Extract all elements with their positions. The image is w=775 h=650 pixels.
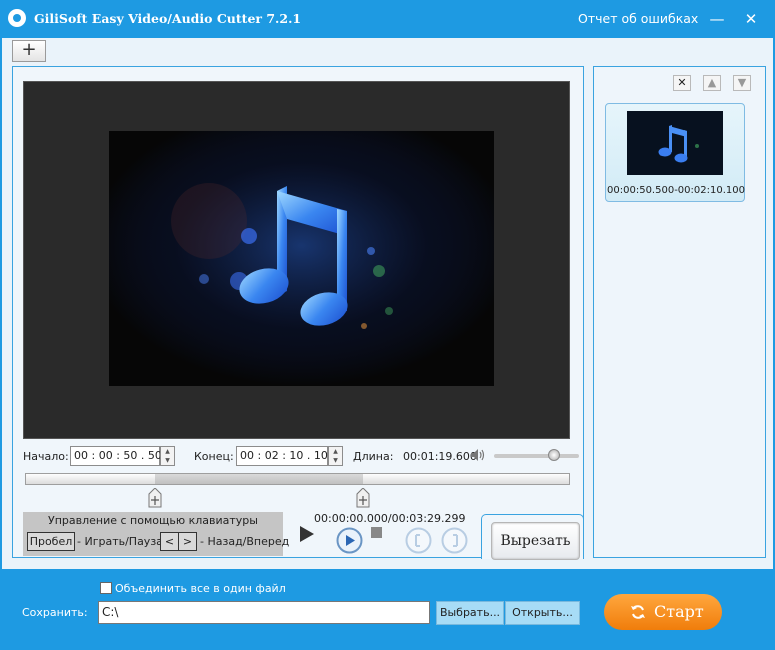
timeline-selection [155,474,363,484]
left-key: < [160,532,179,551]
length-value: 00:01:19.600 [403,450,477,463]
playback-position: 00:00:00.000/00:03:29.299 [314,512,466,525]
volume-slider-handle[interactable] [547,449,560,461]
clip-time-range: 00:00:50.500-00:02:10.100 [607,185,745,196]
volume-slider[interactable] [494,454,579,458]
merge-label: Объединить все в один файл [115,582,286,595]
minimize-button[interactable]: — [706,8,728,30]
end-time-stepper[interactable]: ▲ ▼ [328,446,343,466]
refresh-icon [631,605,645,619]
browse-button[interactable]: Выбрать... [436,601,504,625]
move-down-button[interactable]: ▼ [733,75,751,91]
cut-button[interactable]: Вырезать [491,522,580,560]
volume-icon[interactable] [470,448,486,462]
move-up-button[interactable]: ▲ [703,75,721,91]
remove-clip-button[interactable]: ✕ [673,75,691,91]
set-end-button[interactable] [441,527,468,554]
play-selection-button[interactable] [336,527,363,554]
title-bar: GiliSoft Easy Video/Audio Cutter 7.2.1 О… [0,0,775,38]
window-title: GiliSoft Easy Video/Audio Cutter 7.2.1 [34,11,302,26]
music-note-artwork [109,131,494,386]
open-folder-button[interactable]: Открыть... [505,601,580,625]
length-label: Длина: [353,450,394,463]
end-label: Конец: [194,450,234,463]
set-start-button[interactable] [405,527,432,554]
start-label: Начало: [23,450,69,463]
add-file-button[interactable]: + [12,40,46,62]
space-key: Пробел [27,532,75,551]
keyboard-hints-title: Управление с помощью клавиатуры [48,514,258,527]
clip-thumbnail [627,111,723,175]
start-button[interactable]: Старт [604,594,722,630]
merge-checkbox[interactable] [100,582,112,594]
video-frame [109,131,494,386]
end-marker-handle[interactable] [356,488,370,508]
stop-button[interactable] [371,527,382,538]
app-icon [8,9,26,27]
start-label: Старт [654,602,704,621]
end-time-input[interactable]: 00 : 02 : 10 . 100 [236,446,335,466]
play-button[interactable] [300,526,314,542]
error-report-link[interactable]: Отчет об ошибках [578,11,698,26]
back-forward-hint: - Назад/Вперед [200,535,290,548]
save-label: Сохранить: [22,606,88,619]
play-pause-hint: - Играть/Пауза [77,535,163,548]
close-button[interactable]: ✕ [740,8,762,30]
start-marker-handle[interactable] [148,488,162,508]
output-path-input[interactable]: C:\ [98,601,430,624]
right-key: > [178,532,197,551]
start-time-input[interactable]: 00 : 00 : 50 . 500 [70,446,169,466]
music-note-thumbnail [627,111,723,175]
start-time-stepper[interactable]: ▲ ▼ [160,446,175,466]
